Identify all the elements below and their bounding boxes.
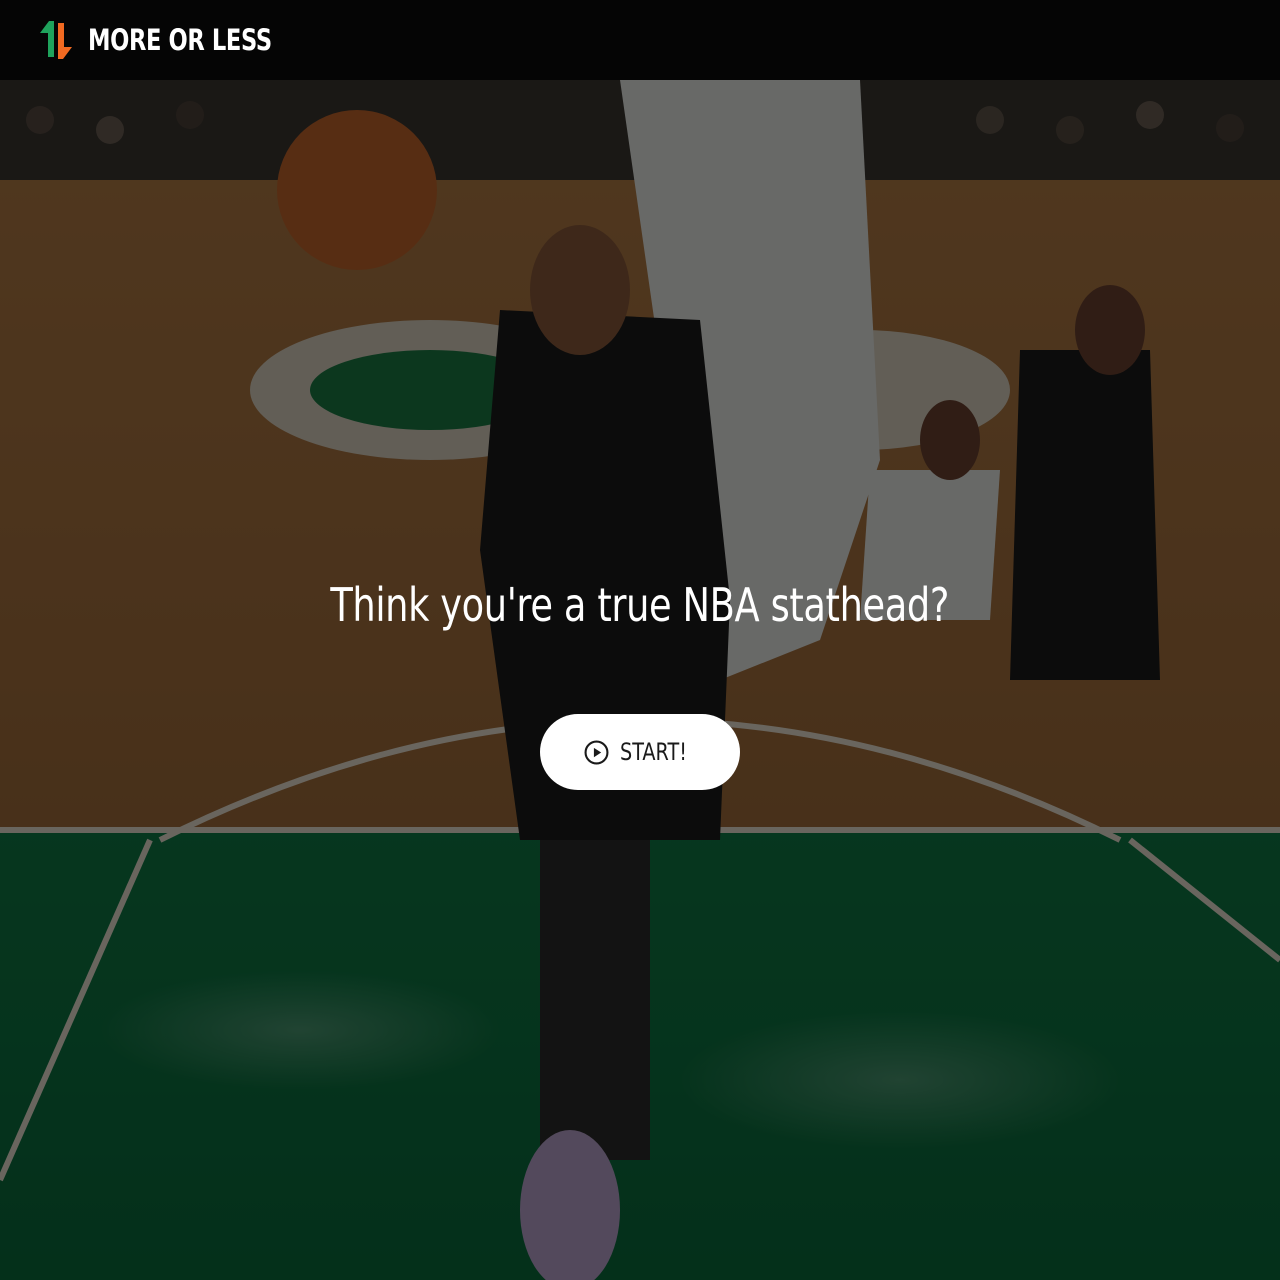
dark-overlay	[0, 80, 1280, 1280]
up-down-arrows-icon	[40, 21, 72, 59]
play-circle-icon	[584, 740, 609, 764]
start-button-label: START!	[620, 738, 687, 766]
start-button[interactable]: START!	[540, 714, 740, 790]
hero-headline-text: Think you're a true NBA stathead?	[330, 578, 950, 632]
brand-logo-link[interactable]: MORE OR LESS	[40, 0, 324, 80]
hero-background	[0, 80, 1280, 1280]
hero-headline: Think you're a true NBA stathead?	[0, 578, 1280, 632]
brand-name: MORE OR LESS	[88, 23, 272, 57]
top-nav-bar: MORE OR LESS	[0, 0, 1280, 80]
